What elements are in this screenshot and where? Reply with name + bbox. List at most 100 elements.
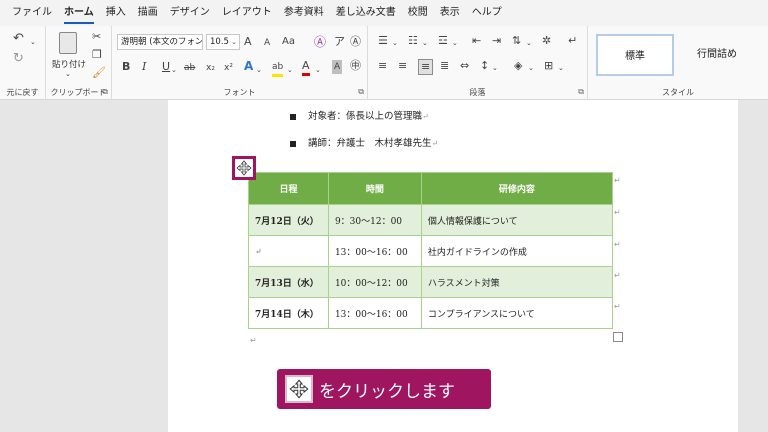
highlight-button[interactable]: ab: [272, 60, 284, 77]
tab-review[interactable]: 校閲: [402, 0, 434, 26]
line-spacing-icon[interactable]: ↕: [480, 59, 489, 73]
decrease-indent-icon[interactable]: ⇤: [472, 34, 481, 48]
cell-date[interactable]: ↵: [248, 235, 329, 267]
row-end-mark: ↵: [614, 240, 621, 249]
clipboard-group: 貼り付け ⌄ ✂ ❐ 🖌 クリップボード ⧉: [46, 26, 112, 100]
cell-time[interactable]: 10：00～12：00: [327, 266, 422, 298]
sort-dropdown-icon[interactable]: ⌄: [526, 36, 532, 50]
table-resize-handle[interactable]: [613, 332, 623, 342]
clear-format-icon[interactable]: Ⓐ: [314, 35, 326, 49]
paragraph-launcher-icon[interactable]: ⧉: [578, 87, 584, 97]
shading-dropdown-icon[interactable]: ⌄: [528, 61, 534, 75]
increase-indent-icon[interactable]: ⇥: [492, 34, 501, 48]
table-move-handle[interactable]: [232, 156, 256, 180]
underline-button[interactable]: U: [162, 60, 170, 74]
font-name-select[interactable]: 游明朝 (本文のフォン ⌄: [117, 34, 203, 50]
effects-dropdown-icon[interactable]: ⌄: [256, 63, 262, 77]
change-case-button[interactable]: Aa: [282, 35, 295, 49]
multilevel-dropdown-icon[interactable]: ⌄: [452, 36, 458, 50]
char-shading-button[interactable]: A: [332, 60, 343, 74]
enclose-char-icon[interactable]: Ⓐ: [350, 35, 361, 49]
cell-date[interactable]: 7月14日（木）: [248, 297, 329, 329]
superscript-button[interactable]: x²: [224, 61, 233, 75]
phonetic-guide-icon[interactable]: ア: [334, 35, 345, 49]
cell-content[interactable]: 社内ガイドラインの作成: [420, 235, 614, 267]
cell-date[interactable]: 7月13日（水）: [248, 266, 329, 298]
tab-draw[interactable]: 描画: [132, 0, 164, 26]
numbering-dropdown-icon[interactable]: ⌄: [422, 36, 428, 50]
styles-group-label: スタイル: [662, 88, 694, 97]
font-size-select[interactable]: 10.5 ⌄: [206, 34, 240, 50]
copy-icon[interactable]: ❐: [92, 48, 102, 62]
multilevel-list-icon[interactable]: ☲: [438, 34, 448, 48]
font-name-value: 游明朝 (本文のフォン: [121, 37, 203, 47]
show-marks-icon[interactable]: ↵: [568, 34, 577, 48]
align-center-icon[interactable]: ≡: [398, 59, 407, 73]
table-row: 7月13日（水） 10：00～12：00 ハラスメント対策: [248, 266, 614, 298]
line-spacing-dropdown-icon[interactable]: ⌄: [492, 61, 498, 75]
header-time[interactable]: 時間: [327, 172, 422, 205]
italic-button[interactable]: I: [142, 60, 146, 74]
bullets-dropdown-icon[interactable]: ⌄: [392, 36, 398, 50]
undo-group: ↶ ⌄ ↻ 元に戻す: [0, 26, 46, 100]
row-end-mark: ↵: [614, 271, 621, 280]
strikethrough-button[interactable]: ab: [184, 61, 195, 75]
sort-icon[interactable]: ⇅: [512, 34, 521, 48]
move-handle-icon: [285, 375, 313, 403]
ribbon-home: ↶ ⌄ ↻ 元に戻す 貼り付け ⌄ ✂ ❐ 🖌 クリップボード ⧉ 游明朝 (本…: [0, 26, 768, 100]
format-painter-icon[interactable]: 🖌: [92, 66, 106, 80]
clipboard-launcher-icon[interactable]: ⧉: [102, 87, 108, 97]
tab-design[interactable]: デザイン: [164, 0, 216, 26]
borders-dropdown-icon[interactable]: ⌄: [558, 61, 564, 75]
paragraph-mark: ↵: [422, 112, 429, 121]
asian-layout-icon[interactable]: ✲: [542, 34, 551, 48]
font-color-button[interactable]: A: [302, 59, 310, 76]
tab-insert[interactable]: 挿入: [100, 0, 132, 26]
tab-file[interactable]: ファイル: [6, 0, 58, 26]
underline-dropdown-icon[interactable]: ⌄: [171, 63, 177, 77]
cut-icon[interactable]: ✂: [92, 30, 101, 44]
redo-icon[interactable]: ↻: [13, 52, 24, 66]
bullet-text: 講師：弁護士 木村孝雄先生: [308, 138, 432, 149]
cell-content[interactable]: ハラスメント対策: [420, 266, 614, 298]
highlight-dropdown-icon[interactable]: ⌄: [287, 63, 293, 77]
subscript-button[interactable]: x₂: [206, 61, 215, 75]
enclosed-char-icon[interactable]: ㊥: [350, 59, 361, 73]
justify-icon[interactable]: ≣: [440, 59, 449, 73]
schedule-table[interactable]: 日程 時間 研修内容 7月12日（火） 9：30～12：00 個人情報保護につい…: [248, 172, 614, 329]
tab-mailings[interactable]: 差し込み文書: [330, 0, 402, 26]
tab-home[interactable]: ホーム: [58, 0, 100, 26]
header-content[interactable]: 研修内容: [420, 172, 614, 205]
text-effects-button[interactable]: A: [244, 59, 253, 73]
tab-view[interactable]: 表示: [434, 0, 466, 26]
align-left-icon[interactable]: ≡: [378, 59, 387, 73]
undo-icon[interactable]: ↶: [13, 32, 24, 46]
font-color-dropdown-icon[interactable]: ⌄: [315, 63, 321, 77]
grow-font-button[interactable]: A: [244, 35, 252, 49]
row-end-mark: ↵: [614, 208, 621, 217]
numbering-icon[interactable]: ☷: [408, 34, 418, 48]
shading-icon[interactable]: ◈: [514, 59, 522, 73]
style-standard[interactable]: 標準: [596, 34, 674, 76]
distribute-icon[interactable]: ⇔: [460, 59, 469, 73]
cell-date[interactable]: 7月12日（火）: [248, 204, 329, 236]
cell-time[interactable]: 9：30～12：00: [327, 204, 422, 236]
bullets-icon[interactable]: ☰: [378, 34, 388, 48]
paste-button[interactable]: 貼り付け ⌄: [52, 30, 86, 80]
bold-button[interactable]: B: [122, 60, 130, 74]
row-end-mark: ↵: [614, 176, 621, 185]
style-no-spacing[interactable]: 行間詰め: [678, 34, 756, 76]
tab-layout[interactable]: レイアウト: [216, 0, 278, 26]
align-right-icon[interactable]: ≡: [418, 59, 434, 75]
tab-help[interactable]: ヘルプ: [466, 0, 508, 26]
cell-time[interactable]: 13：00～16：00: [327, 235, 422, 267]
undo-dropdown-icon[interactable]: ⌄: [30, 35, 36, 49]
borders-icon[interactable]: ⊞: [544, 59, 553, 73]
cell-content[interactable]: 個人情報保護について: [420, 204, 614, 236]
cell-content[interactable]: コンプライアンスについて: [420, 297, 614, 329]
cell-time[interactable]: 13：00～16：00: [327, 297, 422, 329]
shrink-font-button[interactable]: A: [264, 36, 270, 50]
tab-references[interactable]: 参考資料: [278, 0, 330, 26]
font-launcher-icon[interactable]: ⧉: [358, 87, 364, 97]
header-date[interactable]: 日程: [248, 172, 329, 205]
